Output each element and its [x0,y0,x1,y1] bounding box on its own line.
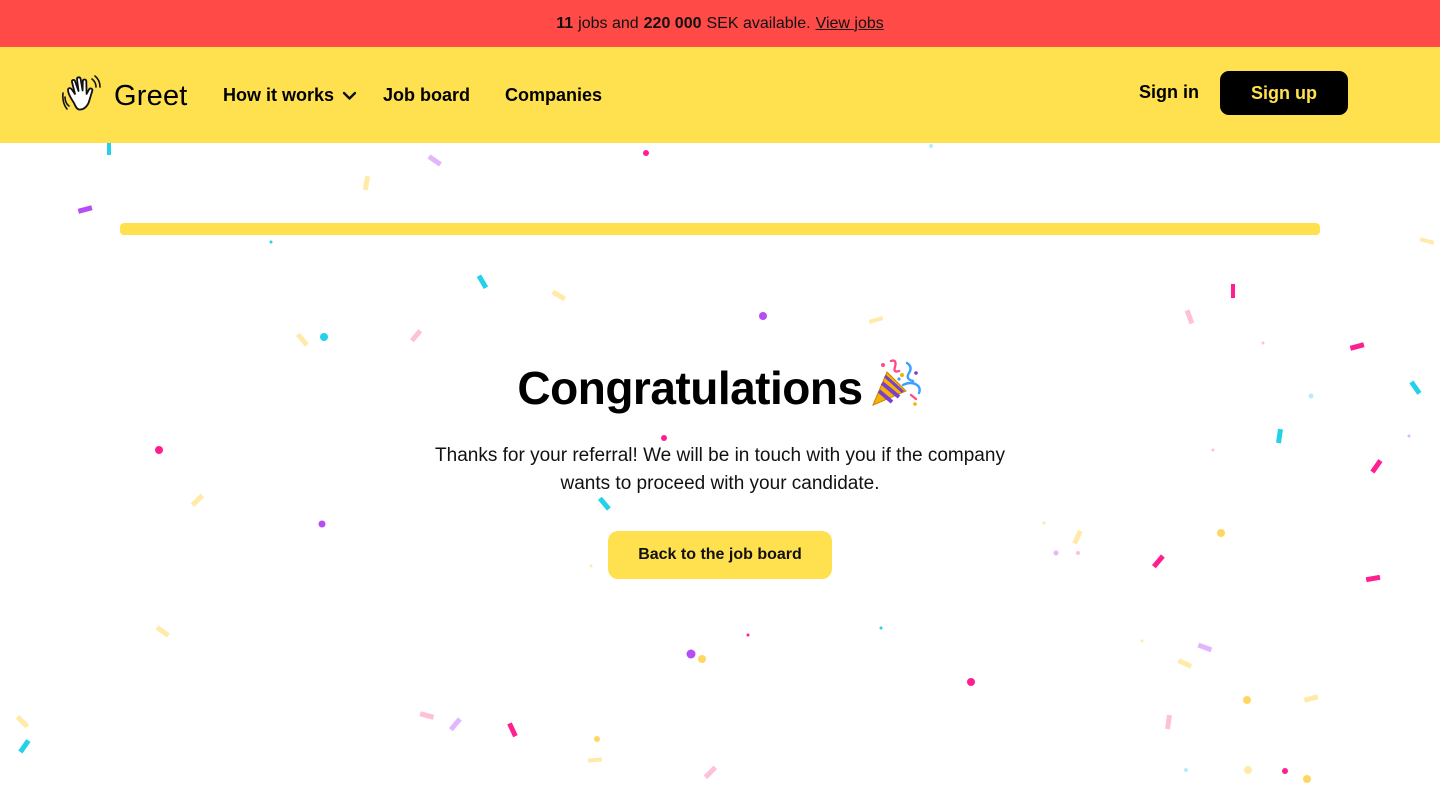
nav-companies[interactable]: Companies [505,85,602,106]
brand-logo[interactable]: Greet [62,73,188,120]
jobs-count: 11 [556,14,574,32]
party-popper-icon [863,355,923,420]
nav-how-it-works-label: How it works [223,85,335,105]
back-to-job-board-button[interactable]: Back to the job board [608,531,832,579]
sign-in-link[interactable]: Sign in [1139,82,1199,103]
nav-how-it-works[interactable]: How it works [223,85,357,106]
amount-text: SEK available. [706,14,811,32]
waving-hand-icon [62,73,104,120]
view-jobs-link[interactable]: View jobs [816,15,884,33]
progress-bar [120,223,1320,235]
main-navbar: Greet How it works Job board Companies S… [0,47,1440,143]
chevron-down-icon [334,85,357,106]
confirmation-message: Thanks for your referral! We will be in … [435,445,1005,494]
sign-up-button[interactable]: Sign up [1220,71,1348,115]
available-amount: 220 000 [643,14,702,32]
announcement-bar: 11 jobs and 220 000 SEK available. View … [0,0,1440,47]
nav-job-board[interactable]: Job board [383,85,470,106]
page-title-text: Congratulations [517,361,863,414]
page-title: Congratulations [517,355,922,420]
confirmation-section: Congratulations Thanks for your referral… [0,355,1440,579]
brand-name: Greet [114,80,188,112]
jobs-text: jobs and [578,14,639,32]
